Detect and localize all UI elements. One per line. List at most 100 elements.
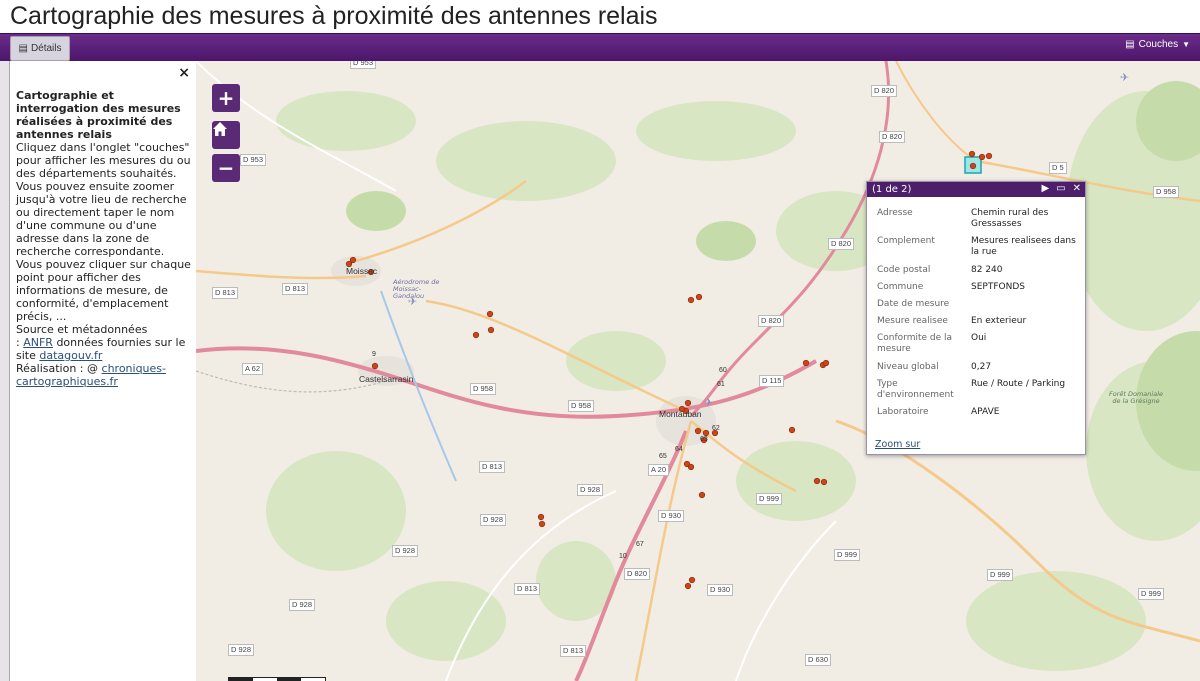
town-label: Moissac — [346, 266, 378, 276]
road-label: D 928 — [228, 644, 255, 656]
layers-icon: ▤ — [1125, 39, 1135, 50]
road-label: D 928 — [289, 599, 316, 611]
popup-key: Niveau global — [877, 362, 939, 372]
airport-icon: ✈ — [1120, 71, 1130, 84]
road-label: D 820 — [828, 238, 855, 250]
measure-point[interactable] — [371, 362, 379, 370]
home-button[interactable] — [212, 121, 240, 149]
exit-label: 62 — [712, 425, 720, 432]
road-label: A 20 — [648, 464, 670, 476]
road-label: D 928 — [577, 484, 604, 496]
next-icon[interactable]: ▶ — [1041, 183, 1049, 194]
popup-value: Rue / Route / Parking — [971, 379, 1066, 389]
zoom-to-link[interactable]: Zoom sur — [875, 439, 920, 450]
home-icon — [213, 122, 227, 136]
maximize-icon[interactable]: ▭ — [1056, 183, 1065, 194]
popup-counter: (1 de 2) — [872, 184, 912, 195]
measure-point[interactable] — [486, 310, 494, 318]
close-icon[interactable]: ✕ — [1073, 183, 1081, 194]
road-label: D 5 — [1049, 162, 1067, 174]
popup-header: (1 de 2) ▶ ▭ ✕ — [867, 182, 1085, 197]
details-icon: ▤ — [18, 43, 28, 54]
layers-button[interactable]: ▤ Couches ▼ — [1125, 39, 1190, 50]
popup-value: SEPTFONDS — [971, 282, 1025, 292]
measure-point[interactable] — [969, 162, 977, 170]
measure-point[interactable] — [695, 293, 703, 301]
road-label: D 115 — [759, 375, 785, 387]
measure-point[interactable] — [820, 478, 828, 486]
town-label: Montauban — [659, 409, 702, 419]
road-d820-south — [634, 420, 693, 681]
measure-point[interactable] — [694, 427, 702, 435]
measure-point[interactable] — [472, 331, 480, 339]
panel-content: Cartographie et interrogation des mesure… — [16, 89, 192, 388]
popup-value: Mesures realisees dans la rue — [971, 236, 1076, 257]
chevron-down-icon: ▼ — [1182, 40, 1190, 49]
road-label: D 820 — [871, 85, 898, 97]
measure-point[interactable] — [985, 152, 993, 160]
measure-point[interactable] — [688, 576, 696, 584]
railway — [196, 370, 387, 393]
exit-label: 61 — [717, 381, 725, 388]
panel-heading: Cartographie et interrogation des mesure… — [16, 89, 181, 141]
exit-label: 63 — [700, 436, 708, 443]
measure-point[interactable] — [687, 296, 695, 304]
panel-paragraph-2: Vous pouvez cliquer sur chaque point pou… — [16, 258, 191, 323]
popup-key: Date de mesure — [877, 299, 950, 309]
road-label: A 62 — [242, 363, 264, 375]
road-label: D 820 — [758, 315, 785, 327]
measure-point[interactable] — [538, 520, 546, 528]
measure-point[interactable] — [822, 359, 830, 367]
measure-point[interactable] — [698, 491, 706, 499]
airport-icon: ✈ — [704, 396, 714, 409]
exit-label: 65 — [659, 453, 667, 460]
source-colon: : — [16, 336, 20, 349]
popup-key: Conformite de la mesure — [877, 333, 953, 354]
road-label: D 958 — [470, 383, 497, 395]
popup-value: APAVE — [971, 407, 1000, 417]
popup-value: Oui — [971, 333, 987, 343]
toolbar: ▤ Détails ▤ Couches ▼ — [0, 33, 1200, 62]
measure-point[interactable] — [687, 463, 695, 471]
popup-value: Chemin rural des Gressasses — [971, 208, 1049, 229]
measure-point[interactable] — [813, 477, 821, 485]
panel-paragraph-1: Cliquez dans l'onglet "couches" pour aff… — [16, 141, 191, 258]
popup-value: 0,27 — [971, 362, 992, 372]
measure-point[interactable] — [684, 582, 692, 590]
road-label: D 999 — [987, 569, 1014, 581]
road-label: D 813 — [560, 645, 587, 657]
road-label: D 813 — [514, 583, 541, 595]
measure-point[interactable] — [978, 153, 986, 161]
road-label: D 953 — [350, 61, 377, 69]
popup-value: En exterieur — [971, 316, 1027, 326]
zoom-out-button[interactable]: − — [212, 154, 240, 182]
popup-key: Code postal — [877, 265, 931, 275]
scale-bar — [228, 677, 326, 681]
road-label: D 930 — [707, 584, 734, 596]
road-label: D 999 — [834, 549, 861, 561]
road-label: D 958 — [1153, 186, 1180, 198]
datagouv-link[interactable]: datagouv.fr — [39, 349, 102, 362]
measure-point[interactable] — [968, 150, 976, 158]
aerodrome-label: Aérodrome de Moissac-Gandalou — [393, 278, 440, 300]
measure-point[interactable] — [802, 359, 810, 367]
map[interactable]: Moissac Castelsarrasin Montauban Aérodro… — [196, 61, 1200, 681]
measure-point[interactable] — [349, 256, 357, 264]
measure-point[interactable] — [788, 426, 796, 434]
zoom-in-button[interactable]: + — [212, 84, 240, 112]
close-icon[interactable]: × — [178, 65, 190, 81]
details-tab[interactable]: ▤ Détails — [10, 36, 70, 61]
road-label: D 928 — [480, 514, 507, 526]
popup-key: Commune — [877, 282, 924, 292]
measure-point[interactable] — [702, 429, 710, 437]
road-label: D 999 — [756, 493, 783, 505]
details-tab-label: Détails — [30, 43, 62, 54]
exit-label: 64 — [675, 446, 683, 453]
measure-point[interactable] — [487, 326, 495, 334]
measure-point[interactable] — [537, 513, 545, 521]
exit-label: 9 — [372, 351, 376, 358]
measure-point[interactable] — [684, 399, 692, 407]
road-label: D 930 — [658, 510, 685, 522]
anfr-link[interactable]: ANFR — [23, 336, 53, 349]
exit-label: 60 — [719, 367, 727, 374]
